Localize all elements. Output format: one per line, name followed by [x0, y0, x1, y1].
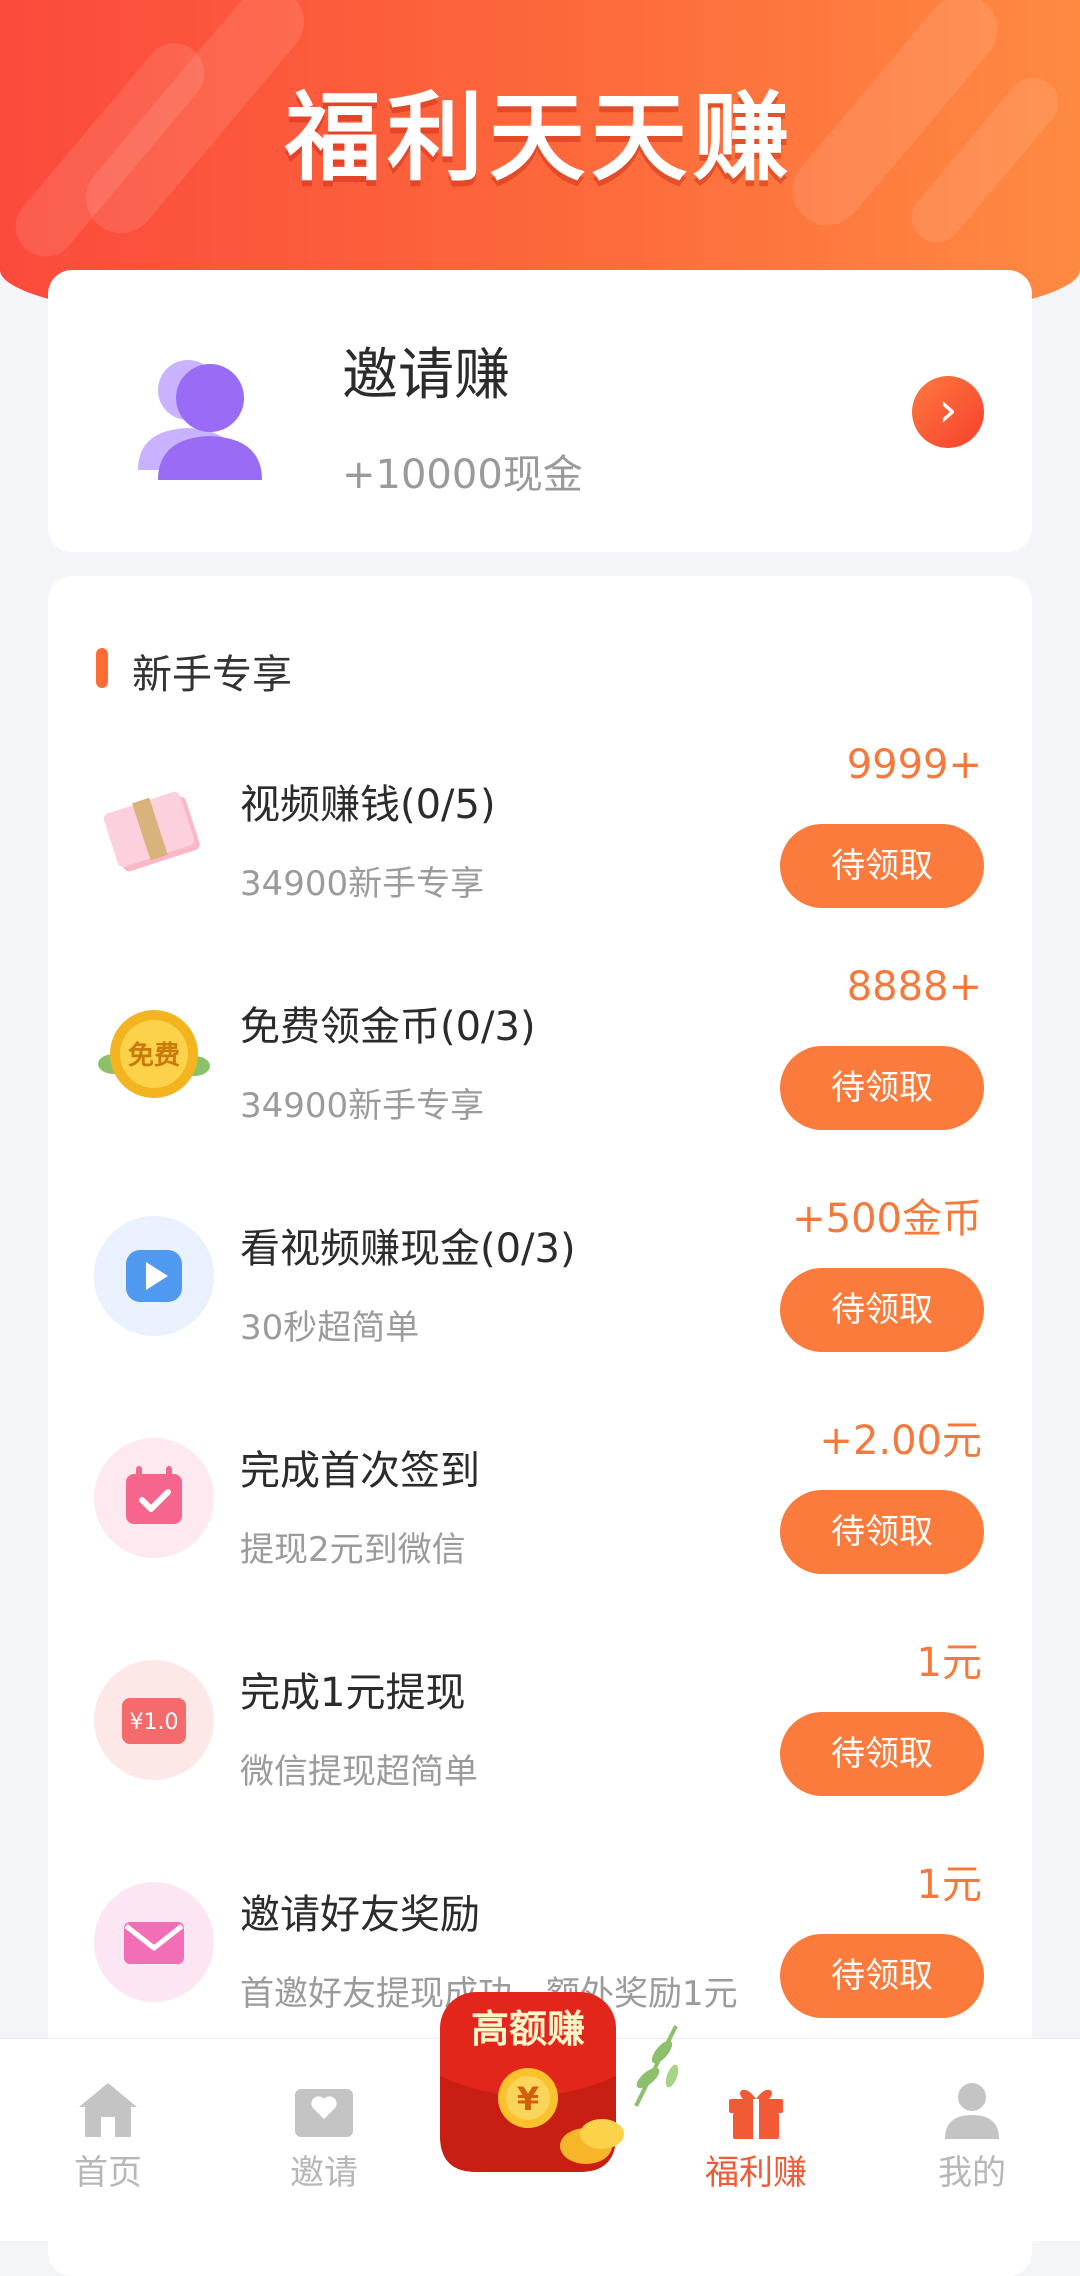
task-name: 视频赚钱(0/5) — [240, 782, 496, 828]
task-item: ¥1.0 完成1元提现 微信提现超简单 1元 待领取 — [48, 1614, 1032, 1814]
tab-home[interactable]: 首页 — [28, 2075, 188, 2194]
invite-subtitle: +10000现金 — [342, 452, 583, 498]
task-item: 看视频赚现金(0/3) 30秒超简单 +500金币 待领取 — [48, 1170, 1032, 1370]
task-reward: 8888+ — [846, 964, 982, 1010]
invite-heart-icon — [289, 2075, 359, 2145]
user-group-icon — [118, 340, 278, 500]
task-desc: 30秒超简单 — [240, 1308, 420, 1348]
claim-button[interactable]: 待领取 — [780, 1490, 984, 1574]
yuan-card-text: ¥1.0 — [130, 1710, 179, 1735]
tab-label: 我的 — [938, 2153, 1006, 2193]
invite-title: 邀请赚 — [342, 343, 510, 408]
task-reward: 9999+ — [846, 742, 982, 788]
task-desc: 微信提现超简单 — [240, 1752, 478, 1792]
tab-invite[interactable]: 邀请 — [244, 2075, 404, 2194]
red-envelope-icon: ¥ 高额赚 — [440, 1992, 679, 2172]
yuan-card-icon: ¥1.0 — [92, 1658, 216, 1782]
claim-button[interactable]: 待领取 — [780, 1046, 984, 1130]
tab-welfare[interactable]: 福利赚 — [676, 2075, 836, 2194]
tab-me[interactable]: 我的 — [892, 2075, 1052, 2194]
invite-card[interactable]: 邀请赚 +10000现金 › — [48, 270, 1032, 552]
task-name: 免费领金币(0/3) — [240, 1004, 536, 1050]
tab-label: 首页 — [74, 2153, 142, 2193]
task-reward: 1元 — [916, 1640, 982, 1686]
tab-label: 邀请 — [290, 2153, 358, 2193]
tab-label: 福利赚 — [705, 2153, 807, 2193]
tab-high-earn[interactable]: ¥ 高额赚 — [426, 1986, 686, 2186]
task-item: 视频赚钱(0/5) 34900新手专享 9999+ 待领取 — [48, 726, 1032, 926]
task-reward: +500金币 — [792, 1196, 982, 1242]
task-item: 免费 免费领金币(0/3) 34900新手专享 8888+ 待领取 — [48, 948, 1032, 1148]
task-reward: 1元 — [916, 1862, 982, 1908]
gift-icon — [721, 2075, 791, 2145]
cash-bundle-icon — [92, 770, 216, 894]
task-item: 完成首次签到 提现2元到微信 +2.00元 待领取 — [48, 1392, 1032, 1592]
task-name: 邀请好友奖励 — [240, 1892, 480, 1938]
task-name: 看视频赚现金(0/3) — [240, 1226, 576, 1272]
chevron-right-icon[interactable]: › — [912, 376, 984, 448]
task-name: 完成1元提现 — [240, 1670, 466, 1716]
task-name: 完成首次签到 — [240, 1448, 480, 1494]
calendar-check-icon — [92, 1436, 216, 1560]
claim-button[interactable]: 待领取 — [780, 1934, 984, 2018]
claim-button[interactable]: 待领取 — [780, 1268, 984, 1352]
envelope-icon — [92, 1880, 216, 2004]
center-tab-label: 高额赚 — [471, 2007, 585, 2051]
section-accent-bar — [96, 648, 108, 688]
section-title: 新手专享 — [132, 652, 292, 698]
home-icon — [73, 2075, 143, 2145]
free-coin-icon: 免费 — [92, 992, 216, 1116]
yuan-symbol: ¥ — [517, 2080, 539, 2118]
profile-icon — [937, 2075, 1007, 2145]
task-reward: +2.00元 — [819, 1418, 982, 1464]
task-desc: 提现2元到微信 — [240, 1530, 466, 1570]
page-title: 福利天天赚 — [285, 82, 795, 194]
video-play-icon — [92, 1214, 216, 1338]
claim-button[interactable]: 待领取 — [780, 824, 984, 908]
svg-text:免费: 免费 — [128, 1040, 180, 1071]
task-desc: 34900新手专享 — [240, 864, 485, 904]
task-desc: 34900新手专享 — [240, 1086, 485, 1126]
claim-button[interactable]: 待领取 — [780, 1712, 984, 1796]
